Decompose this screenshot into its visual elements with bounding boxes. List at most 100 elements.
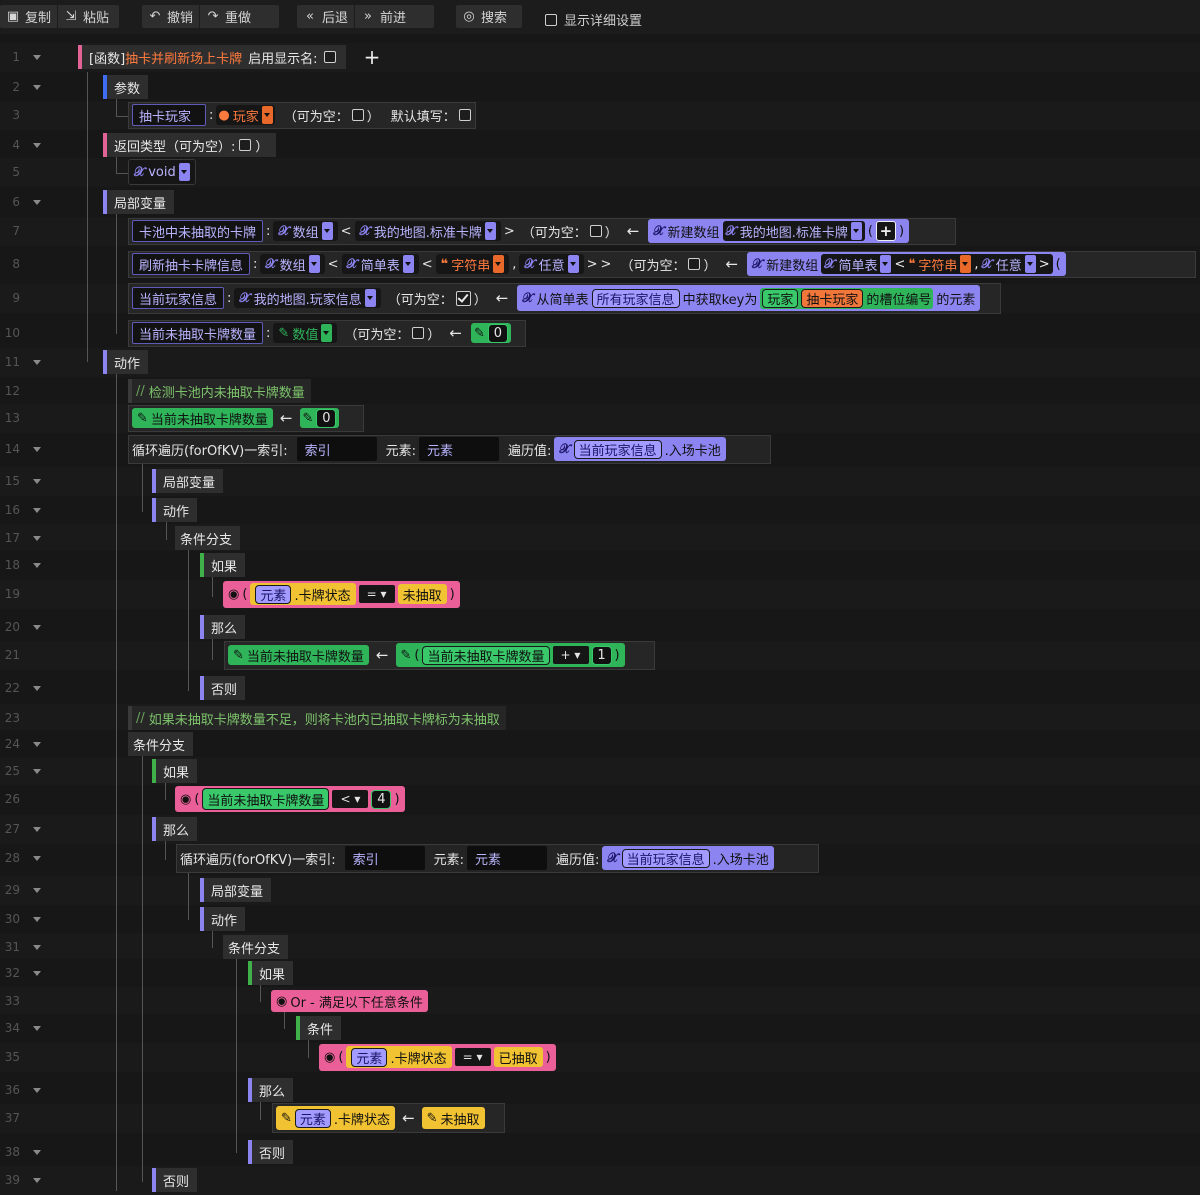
fold-toggle-icon[interactable] <box>33 360 43 366</box>
comment[interactable]: //如果未抽取卡牌数量不足，则将卡池内已抽取卡牌标为未抽取 <box>128 706 506 730</box>
chevron-down-icon[interactable] <box>321 222 333 240</box>
param-name[interactable]: 抽卡玩家 <box>132 104 206 126</box>
forward-button[interactable]: » 前进 <box>355 5 412 28</box>
actions-section[interactable]: 动作 <box>152 498 198 522</box>
fold-toggle-icon[interactable] <box>33 85 43 91</box>
if-section[interactable]: 如果 <box>248 961 294 985</box>
value-type[interactable]: 𝒳 任意 <box>519 254 584 274</box>
element-input[interactable]: 元素 <box>467 846 548 870</box>
var-ref[interactable]: 元素 <box>255 584 292 604</box>
iter-expr[interactable]: 𝒳 当前玩家信息 .入场卡池 <box>602 846 774 870</box>
loop-stmt[interactable]: 循环遍历(forOfKV)一索引: 索引 元素: 元素 遍历值: 𝒳 当前玩家信… <box>176 843 819 873</box>
function-name[interactable]: 抽卡并刷新场上卡牌 <box>125 48 242 67</box>
condition-section[interactable]: 条件 <box>296 1016 342 1040</box>
else-section[interactable]: 否则 <box>152 1168 198 1192</box>
nullable-checkbox[interactable] <box>351 109 364 121</box>
compare-expr[interactable]: ◉ ( 元素 .卡牌状态 = ▾ 未抽取 ) <box>223 580 460 608</box>
fold-toggle-icon[interactable] <box>33 742 43 748</box>
fold-toggle-icon[interactable] <box>33 479 43 485</box>
actions-section[interactable]: 动作 <box>103 350 149 374</box>
locals-section[interactable]: 局部变量 <box>200 878 272 902</box>
else-section[interactable]: 否则 <box>248 1140 294 1164</box>
param-type[interactable]: ● 玩家 <box>216 105 275 125</box>
return-type-void[interactable]: 𝒳 void <box>128 159 196 185</box>
operator-select[interactable]: < ▾ <box>332 790 369 808</box>
nullable-checkbox[interactable] <box>412 327 425 339</box>
local-type[interactable]: ✎ 数值 <box>273 323 338 343</box>
undo-button[interactable]: ↶ 撤销 <box>142 5 199 28</box>
assign-stmt[interactable]: ✎ 当前未抽取卡牌数量 ← ✎ 0 <box>128 404 364 432</box>
var-ref[interactable]: 当前未抽取卡牌数量 <box>422 645 550 665</box>
value[interactable]: 4 <box>371 789 392 809</box>
copy-button[interactable]: ▣ 复制 <box>0 5 57 28</box>
var-ref[interactable]: ✎ 当前未抽取卡牌数量 <box>228 645 369 665</box>
fold-toggle-icon[interactable] <box>33 686 43 692</box>
fold-toggle-icon[interactable] <box>33 1178 43 1184</box>
add-expr[interactable]: ✎ ( 当前未抽取卡牌数量 + ▾ 1 ) <box>395 643 625 667</box>
field-expr[interactable]: 元素 .卡牌状态 <box>346 1046 452 1068</box>
chevron-down-icon[interactable] <box>308 255 320 273</box>
number-literal[interactable]: ✎ 0 <box>470 323 511 343</box>
redo-button[interactable]: ↷ 重做 <box>200 5 257 28</box>
display-name-checkbox[interactable] <box>323 51 336 63</box>
new-array-expr[interactable]: 𝒳 新建数组 𝒳 简单表 < ❝ 字符串 , 𝒳 任意 > ( <box>747 252 1066 276</box>
locals-section[interactable]: 局部变量 <box>103 190 175 214</box>
fold-toggle-icon[interactable] <box>33 143 43 149</box>
fold-toggle-icon[interactable] <box>33 55 43 61</box>
paste-button[interactable]: ⇲ 粘贴 <box>58 5 115 28</box>
return-type-section[interactable]: 返回类型（可为空）: ） <box>103 133 277 157</box>
value[interactable]: 0 <box>316 408 337 428</box>
compare-expr[interactable]: ◉ ( 元素 .卡牌状态 = ▾ 已抽取 ) <box>319 1043 556 1071</box>
cond-branch[interactable]: 条件分支 <box>223 935 289 959</box>
assign-stmt[interactable]: ✎ 元素 .卡牌状态 ← ✎ 未抽取 <box>272 1103 505 1133</box>
back-button[interactable]: « 后退 <box>297 5 354 28</box>
slot-expr[interactable]: 玩家 抽卡玩家 的槽位编号 <box>760 287 934 309</box>
table-get-expr[interactable]: 𝒳 从简单表 所有玩家信息 中获取key为 玩家 抽卡玩家 的槽位编号 的元素 <box>517 285 981 311</box>
element-input[interactable]: 元素 <box>419 437 500 461</box>
details-toggle[interactable]: 显示详细设置 <box>545 10 642 29</box>
operator-select[interactable]: = ▾ <box>454 1048 491 1066</box>
iter-expr[interactable]: 𝒳 当前玩家信息 .入场卡池 <box>554 437 726 461</box>
index-input[interactable]: 索引 <box>344 846 425 870</box>
fold-toggle-icon[interactable] <box>33 536 43 542</box>
fold-toggle-icon[interactable] <box>33 888 43 894</box>
cond-branch[interactable]: 条件分支 <box>128 732 194 756</box>
nullable-checkbox[interactable] <box>455 290 471 306</box>
new-array-expr[interactable]: 𝒳 新建数组 𝒳 我的地图.标准卡牌 ( + ) <box>648 219 910 243</box>
locals-section[interactable]: 局部变量 <box>152 469 224 493</box>
local-type[interactable]: 𝒳 我的地图.玩家信息 <box>234 288 381 308</box>
var-ref[interactable]: 当前玩家信息 <box>573 439 662 459</box>
var-ref[interactable]: 元素 <box>351 1047 388 1067</box>
var-ref[interactable]: 元素 <box>294 1108 331 1128</box>
local-name[interactable]: 刷新抽卡卡牌信息 <box>132 253 251 275</box>
field-expr[interactable]: 元素 .卡牌状态 <box>250 583 356 605</box>
fold-toggle-icon[interactable] <box>33 447 43 453</box>
local-name[interactable]: 当前未抽取卡牌数量 <box>132 322 264 344</box>
fold-toggle-icon[interactable] <box>33 769 43 775</box>
chevron-down-icon[interactable] <box>402 255 414 273</box>
if-section[interactable]: 如果 <box>200 553 246 577</box>
then-section[interactable]: 那么 <box>152 817 198 841</box>
add-item-button[interactable]: + <box>875 221 896 241</box>
var-ref[interactable]: 当前玩家信息 <box>621 848 710 868</box>
params-section[interactable]: 参数 <box>103 75 149 99</box>
fold-toggle-icon[interactable] <box>33 508 43 514</box>
chevron-down-icon[interactable] <box>364 289 376 307</box>
table-type[interactable]: 𝒳 简单表 <box>341 254 419 274</box>
fold-toggle-icon[interactable] <box>33 1026 43 1032</box>
assign-stmt[interactable]: ✎ 当前未抽取卡牌数量 ← ✎ ( 当前未抽取卡牌数量 + ▾ 1 ) <box>224 640 655 670</box>
cond-branch[interactable]: 条件分支 <box>175 526 241 550</box>
enum-value[interactable]: 已抽取 <box>493 1047 543 1067</box>
chevron-down-icon[interactable] <box>493 255 505 273</box>
local-row[interactable]: 当前玩家信息 : 𝒳 我的地图.玩家信息 （可为空： ） ← 𝒳 从简单表 所有… <box>128 282 1001 314</box>
or-expr[interactable]: ◉ Or - 满足以下任意条件 <box>271 990 428 1012</box>
inner-type[interactable]: 𝒳 我的地图.标准卡牌 <box>354 221 501 241</box>
fold-toggle-icon[interactable] <box>33 1150 43 1156</box>
return-nullable-checkbox[interactable] <box>239 139 252 151</box>
comment[interactable]: //检测卡池内未抽取卡牌数量 <box>128 379 311 403</box>
chevron-down-icon[interactable] <box>850 222 862 240</box>
enum-literal[interactable]: ✎ 未抽取 <box>421 1107 485 1129</box>
chevron-down-icon[interactable] <box>321 324 333 342</box>
nullable-checkbox[interactable] <box>589 225 602 237</box>
fold-toggle-icon[interactable] <box>33 917 43 923</box>
